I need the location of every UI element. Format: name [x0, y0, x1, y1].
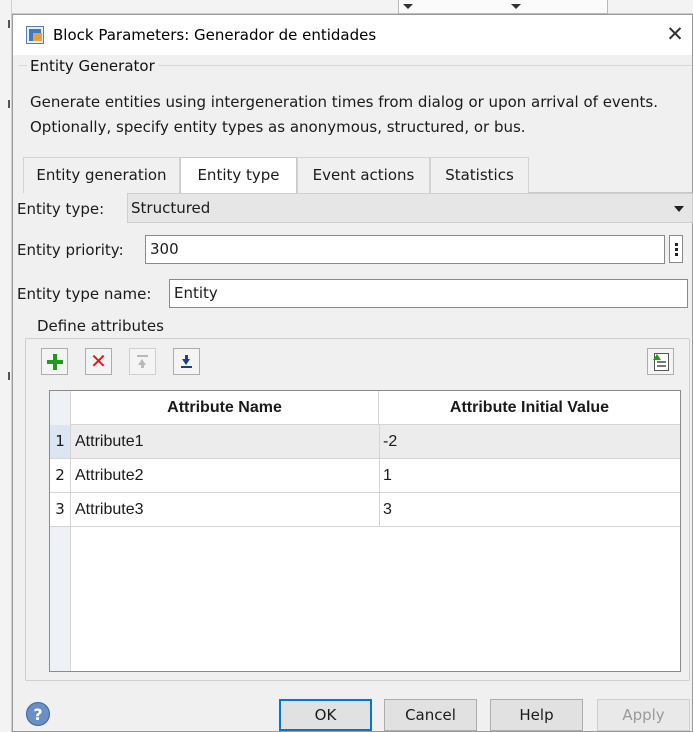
delete-x-icon: ✕	[90, 349, 107, 373]
attribute-value-cell[interactable]: -2	[383, 425, 397, 458]
close-button[interactable]: ✕	[661, 19, 689, 49]
import-attributes-button[interactable]	[647, 348, 674, 375]
chevron-down-icon	[674, 206, 684, 212]
attribute-name-cell[interactable]: Attribute2	[75, 459, 143, 492]
attribute-initial-value-column-header[interactable]: Attribute Initial Value	[379, 391, 680, 425]
attribute-name-cell[interactable]: Attribute3	[75, 493, 143, 526]
entity-type-name-label: Entity type name:	[17, 285, 152, 303]
title-bar: Block Parameters: Generador de entidades…	[13, 15, 692, 55]
block-description: Generate entities using intergeneration …	[30, 93, 659, 136]
entity-type-dropdown[interactable]: Structured	[127, 193, 693, 223]
define-attributes-label: Define attributes	[34, 317, 167, 335]
tab-statistics[interactable]: Statistics	[430, 157, 529, 193]
entity-type-label: Entity type:	[17, 200, 105, 218]
entity-type-name-field[interactable]: Entity	[169, 279, 688, 308]
attributes-table: Attribute Name Attribute Initial Value 1…	[49, 390, 681, 672]
index-column-header	[50, 391, 71, 425]
tab-bar: Entity generation Entity type Event acti…	[23, 157, 692, 194]
entity-type-value: Structured	[131, 199, 211, 217]
help-button[interactable]: Help	[490, 699, 583, 731]
delete-attribute-button[interactable]: ✕	[85, 348, 112, 375]
entity-priority-label: Entity priority:	[17, 241, 124, 259]
column-divider	[379, 459, 380, 492]
entity-generator-group-label: Entity Generator	[27, 57, 158, 75]
attribute-value-cell[interactable]: 1	[383, 459, 392, 492]
simulink-block-icon	[26, 26, 44, 44]
cancel-button[interactable]: Cancel	[384, 699, 477, 731]
window-title: Block Parameters: Generador de entidades	[53, 26, 377, 44]
tab-entity-generation[interactable]: Entity generation	[23, 157, 180, 193]
import-icon	[653, 353, 669, 371]
more-options-icon[interactable]	[669, 235, 683, 263]
apply-button[interactable]: Apply	[597, 699, 690, 731]
table-header: Attribute Name Attribute Initial Value	[50, 391, 680, 425]
background-window-edge	[0, 0, 12, 732]
attribute-name-cell[interactable]: Attribute1	[75, 425, 143, 458]
block-parameters-dialog: Block Parameters: Generador de entidades…	[12, 14, 693, 732]
table-row[interactable]: 2 Attribute2 1	[50, 459, 680, 493]
table-row[interactable]: 1 Attribute1 -2	[50, 425, 680, 459]
entity-type-name-value: Entity	[174, 284, 218, 302]
move-down-icon	[181, 355, 192, 368]
row-index: 1	[50, 425, 71, 458]
row-index: 3	[50, 493, 71, 526]
move-down-button[interactable]	[173, 348, 200, 375]
background-dropdown	[398, 0, 608, 14]
row-index: 2	[50, 459, 71, 492]
table-row[interactable]: 3 Attribute3 3	[50, 493, 680, 527]
attribute-name-column-header[interactable]: Attribute Name	[71, 391, 379, 425]
tab-event-actions[interactable]: Event actions	[297, 157, 430, 193]
help-icon[interactable]: ?	[26, 702, 50, 726]
column-divider	[379, 493, 380, 526]
column-divider	[379, 425, 380, 458]
plus-icon	[47, 354, 63, 370]
attribute-value-cell[interactable]: 3	[383, 493, 392, 526]
tab-entity-type[interactable]: Entity type	[180, 157, 297, 194]
entity-priority-value: 300	[150, 240, 179, 258]
add-attribute-button[interactable]	[41, 348, 68, 375]
entity-priority-field[interactable]: 300	[145, 235, 665, 264]
move-up-button[interactable]	[129, 348, 156, 375]
move-up-icon	[137, 355, 148, 368]
ok-button[interactable]: OK	[279, 699, 372, 731]
